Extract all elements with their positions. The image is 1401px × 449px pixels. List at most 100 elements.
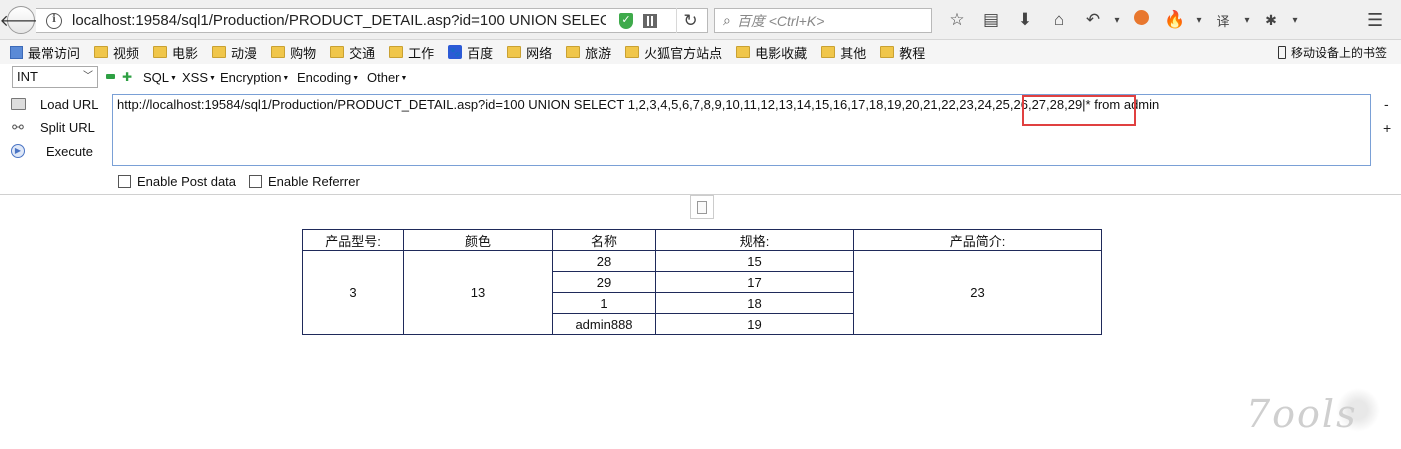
translate-icon[interactable]: 译 xyxy=(1206,11,1240,30)
bookmark-item[interactable]: 工作 xyxy=(389,43,434,62)
bookmark-label: 电影收藏 xyxy=(755,45,808,61)
bookmark-item[interactable]: 旅游 xyxy=(566,43,611,62)
chevron-down-icon[interactable]: ▾ xyxy=(1192,15,1206,26)
url-bar[interactable]: i localhost:19584/sql1/Production/PRODUC… xyxy=(36,8,708,33)
search-placeholder: 百度 <Ctrl+K> xyxy=(736,12,825,29)
folder-icon xyxy=(212,46,227,58)
reload-button[interactable]: ↻ xyxy=(676,8,704,33)
folder-icon xyxy=(736,46,751,58)
execute-button[interactable]: ▶ Execute xyxy=(10,143,93,159)
firebug-icon[interactable]: 🔥 xyxy=(1158,10,1192,30)
shrink-textarea-button[interactable]: - xyxy=(1384,96,1389,112)
bookmark-label: 火狐官方站点 xyxy=(644,45,723,61)
bookmark-star-icon[interactable]: ☆ xyxy=(940,10,974,30)
table-header-row: 产品型号: 颜色 名称 规格: 产品简介: xyxy=(302,229,1102,251)
load-url-icon xyxy=(10,96,26,112)
spec-cell: 17 xyxy=(655,271,854,293)
checkbox-box[interactable] xyxy=(118,175,131,188)
bookmark-label: 视频 xyxy=(113,45,140,61)
bookmarks-bar: 最常访问 视频 电影 动漫 购物 交通 工作 🐾 百度 网络 旅游 火狐官方站点 电影收藏 其他 教程 xyxy=(0,40,1401,64)
bookmark-item[interactable]: 购物 xyxy=(271,43,316,62)
table-row: 3 13 28 15 23 xyxy=(302,250,1102,335)
decrease-icon[interactable] xyxy=(106,74,115,79)
bookmark-item[interactable]: 火狐官方站点 xyxy=(625,43,722,62)
back-button[interactable]: 🡐 xyxy=(0,6,42,34)
bookmark-label: 其他 xyxy=(840,45,867,61)
increase-icon[interactable]: ✚ xyxy=(122,71,132,83)
load-url-button[interactable]: Load URL xyxy=(10,96,99,112)
phone-icon xyxy=(1277,46,1286,59)
spec-cell: 15 xyxy=(655,250,854,272)
query-textarea[interactable]: http://localhost:19584/sql1/Production/P… xyxy=(112,94,1371,166)
chevron-down-icon: ﹀ xyxy=(83,71,93,82)
reload-icon: ↻ xyxy=(683,10,698,30)
url-path: :19584/sql1/Production/PRODUCT_DETAIL.as… xyxy=(131,12,606,29)
model-value: 3 xyxy=(302,250,404,335)
watermark-logo: 7ools xyxy=(1246,388,1380,436)
name-cell: admin888 xyxy=(552,313,656,335)
bug-icon[interactable]: ✱ xyxy=(1254,12,1288,29)
shield-icon[interactable]: ✓ xyxy=(619,12,633,29)
enable-post-checkbox[interactable]: Enable Post data xyxy=(118,174,236,189)
spec-cell: 19 xyxy=(655,313,854,335)
menu-encryption[interactable]: Encryption▼ xyxy=(220,70,289,85)
home-icon[interactable]: ⌂ xyxy=(1042,10,1076,30)
bookmark-item[interactable]: 交通 xyxy=(330,43,375,62)
navigation-bar: 🡐 i localhost:19584/sql1/Production/PROD… xyxy=(0,0,1401,40)
expand-textarea-button[interactable]: + xyxy=(1383,120,1391,136)
folder-icon xyxy=(880,46,895,58)
product-table: 产品型号: 颜色 名称 规格: 产品简介: 3 13 28 15 23 29 1… xyxy=(302,229,1102,335)
spec-cell: 18 xyxy=(655,292,854,314)
bookmark-label: 电影 xyxy=(172,45,199,61)
folder-icon xyxy=(566,46,581,58)
chevron-down-icon[interactable]: ▾ xyxy=(1110,15,1124,26)
menu-sql[interactable]: SQL▼ xyxy=(143,70,177,85)
reading-list-icon[interactable]: ▤ xyxy=(974,10,1008,30)
bookmark-label: 工作 xyxy=(408,45,435,61)
bookmark-label: 网络 xyxy=(526,45,553,61)
url-text[interactable]: localhost:19584/sql1/Production/PRODUCT_… xyxy=(72,12,606,29)
paw-icon: 🐾 xyxy=(448,45,463,59)
bookmark-item[interactable]: 🐾 百度 xyxy=(448,43,493,62)
bookmark-label: 最常访问 xyxy=(28,45,81,61)
split-url-icon: ⚯ xyxy=(12,118,24,135)
header-name: 名称 xyxy=(552,229,656,251)
bookmark-label: 购物 xyxy=(290,45,317,61)
folder-icon xyxy=(821,46,836,58)
download-icon[interactable]: ⬇ xyxy=(1008,10,1042,30)
hamburger-menu-icon[interactable]: ☰ xyxy=(1367,10,1383,31)
highlight-annotation xyxy=(1022,95,1136,126)
bookmark-label: 教程 xyxy=(899,45,926,61)
menu-encoding[interactable]: Encoding▼ xyxy=(297,70,359,85)
info-icon[interactable]: i xyxy=(46,12,62,29)
name-cell: 28 xyxy=(552,250,656,272)
search-icon: ⌕ xyxy=(723,12,731,28)
bookmark-item[interactable]: 网络 xyxy=(507,43,552,62)
extension-fox-icon[interactable] xyxy=(1124,10,1158,30)
folder-icon xyxy=(389,46,404,58)
chevron-down-icon[interactable]: ▾ xyxy=(1240,15,1254,26)
bookmark-item[interactable]: 教程 xyxy=(880,43,925,62)
bookmark-label: 交通 xyxy=(349,45,376,61)
split-url-button[interactable]: ⚯ Split URL xyxy=(10,119,95,135)
intro-value: 23 xyxy=(853,250,1102,335)
checkbox-box[interactable] xyxy=(249,175,262,188)
bookmark-item[interactable]: 其他 xyxy=(821,43,866,62)
mobile-bookmarks[interactable]: 移动设备上的书签 xyxy=(1277,44,1387,61)
undo-icon[interactable]: ↶ xyxy=(1076,10,1110,30)
bookmark-item[interactable]: 动漫 xyxy=(212,43,257,62)
chevron-down-icon[interactable]: ▾ xyxy=(1288,15,1302,26)
bookmark-item[interactable]: 电影收藏 xyxy=(736,43,807,62)
bookmark-item[interactable]: 最常访问 xyxy=(10,43,80,62)
search-bar[interactable]: ⌕ 百度 <Ctrl+K> xyxy=(714,8,932,33)
bookmark-item[interactable]: 视频 xyxy=(94,43,139,62)
menu-other[interactable]: Other▼ xyxy=(367,70,407,85)
enable-referrer-checkbox[interactable]: Enable Referrer xyxy=(249,174,360,189)
bookmark-item[interactable]: 电影 xyxy=(153,43,198,62)
folder-icon xyxy=(271,46,286,58)
qr-code-icon[interactable] xyxy=(643,13,657,28)
type-select[interactable]: INT ﹀ xyxy=(12,66,98,88)
execute-icon: ▶ xyxy=(10,143,26,159)
menu-xss[interactable]: XSS▼ xyxy=(182,70,216,85)
color-value: 13 xyxy=(403,250,553,335)
